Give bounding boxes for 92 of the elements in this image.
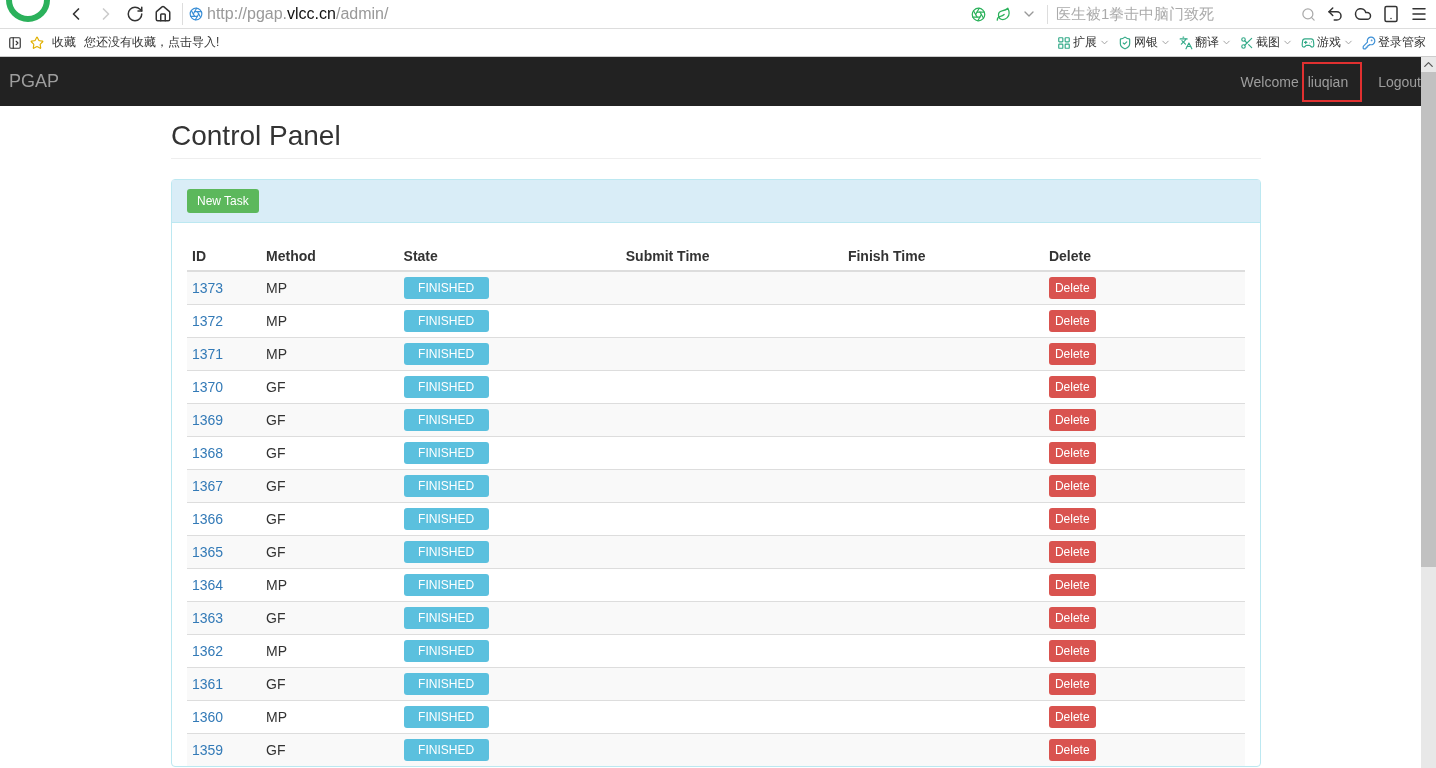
task-id-link[interactable]: 1362 bbox=[192, 643, 224, 659]
delete-button[interactable]: Delete bbox=[1048, 409, 1096, 431]
method-text: MP bbox=[266, 346, 288, 362]
state-label: FINISHED bbox=[403, 541, 489, 563]
delete-button[interactable]: Delete bbox=[1048, 442, 1096, 464]
new-task-button[interactable]: New Task bbox=[187, 189, 259, 213]
delete-button[interactable]: Delete bbox=[1048, 475, 1096, 497]
state-label: FINISHED bbox=[403, 607, 489, 629]
tool-icon bbox=[1301, 35, 1315, 50]
toolbar-item[interactable]: 扩展 bbox=[1073, 34, 1097, 51]
tool-icon bbox=[1057, 35, 1071, 50]
method-text: MP bbox=[266, 709, 288, 725]
task-id-link[interactable]: 1367 bbox=[192, 478, 224, 494]
delete-button[interactable]: Delete bbox=[1048, 277, 1096, 299]
tablet-icon[interactable] bbox=[1382, 5, 1400, 23]
state-label: FINISHED bbox=[403, 343, 489, 365]
task-id-link[interactable]: 1369 bbox=[192, 412, 224, 428]
task-id-link[interactable]: 1365 bbox=[192, 544, 224, 560]
task-id-link[interactable]: 1371 bbox=[192, 346, 224, 362]
welcome-text: Welcome bbox=[1240, 73, 1299, 90]
address-field[interactable]: http://pgap.vlcc.cn/admin/ bbox=[182, 3, 961, 25]
scrollbar[interactable] bbox=[1421, 57, 1436, 768]
import-hint[interactable]: 您还没有收藏，点击导入! bbox=[84, 34, 220, 51]
task-id-link[interactable]: 1364 bbox=[192, 577, 224, 593]
toolbar-item[interactable]: 登录管家 bbox=[1378, 34, 1426, 51]
delete-button[interactable]: Delete bbox=[1048, 376, 1096, 398]
task-id-link[interactable]: 1360 bbox=[192, 709, 224, 725]
favorites-menu[interactable]: 收藏 bbox=[52, 34, 76, 51]
toolbar-item[interactable]: 游戏 bbox=[1317, 34, 1341, 51]
state-label: FINISHED bbox=[403, 739, 489, 761]
delete-button[interactable]: Delete bbox=[1048, 541, 1096, 563]
state-label: FINISHED bbox=[403, 475, 489, 497]
page-title: Control Panel bbox=[171, 120, 1261, 159]
task-id-link[interactable]: 1366 bbox=[192, 511, 224, 527]
delete-button[interactable]: Delete bbox=[1048, 673, 1096, 695]
delete-button[interactable]: Delete bbox=[1048, 343, 1096, 365]
task-id-link[interactable]: 1368 bbox=[192, 445, 224, 461]
state-label: FINISHED bbox=[403, 640, 489, 662]
method-text: GF bbox=[266, 478, 286, 494]
user-link[interactable]: liuqian bbox=[1301, 61, 1363, 102]
state-label: FINISHED bbox=[403, 574, 489, 596]
method-text: GF bbox=[266, 379, 286, 395]
tool-icon bbox=[1118, 35, 1132, 50]
method-text: GF bbox=[266, 676, 286, 692]
menu-icon[interactable] bbox=[1410, 5, 1428, 23]
delete-button[interactable]: Delete bbox=[1048, 607, 1096, 629]
delete-button[interactable]: Delete bbox=[1048, 640, 1096, 662]
state-label: FINISHED bbox=[403, 409, 489, 431]
method-text: MP bbox=[266, 313, 288, 329]
method-text: GF bbox=[266, 511, 286, 527]
method-text: GF bbox=[266, 610, 286, 626]
tool-icon bbox=[1179, 35, 1193, 50]
task-id-link[interactable]: 1363 bbox=[192, 610, 224, 626]
method-text: GF bbox=[266, 544, 286, 560]
home-icon[interactable] bbox=[154, 5, 172, 23]
undo-icon[interactable] bbox=[1326, 5, 1344, 23]
brand[interactable]: PGAP bbox=[9, 71, 60, 92]
state-label: FINISHED bbox=[403, 508, 489, 530]
delete-button[interactable]: Delete bbox=[1048, 706, 1096, 728]
reload-icon[interactable] bbox=[126, 5, 144, 23]
state-label: FINISHED bbox=[403, 376, 489, 398]
search-field[interactable]: 医生被1拳击中脑门致死 bbox=[1047, 4, 1316, 24]
state-label: FINISHED bbox=[403, 442, 489, 464]
task-id-link[interactable]: 1373 bbox=[192, 280, 224, 296]
method-text: MP bbox=[266, 280, 288, 296]
task-id-link[interactable]: 1359 bbox=[192, 742, 224, 758]
key-icon bbox=[1362, 35, 1376, 50]
delete-button[interactable]: Delete bbox=[1048, 574, 1096, 596]
toolbar-item[interactable]: 截图 bbox=[1256, 34, 1280, 51]
task-id-link[interactable]: 1372 bbox=[192, 313, 224, 329]
logout-link[interactable]: Logout bbox=[1378, 73, 1421, 90]
sidebar-toggle-icon[interactable] bbox=[8, 35, 22, 50]
state-label: FINISHED bbox=[403, 277, 489, 299]
method-text: MP bbox=[266, 643, 288, 659]
tool-icon bbox=[1240, 35, 1254, 50]
method-text: GF bbox=[266, 412, 286, 428]
state-label: FINISHED bbox=[403, 310, 489, 332]
method-text: GF bbox=[266, 742, 286, 758]
state-label: FINISHED bbox=[403, 706, 489, 728]
delete-button[interactable]: Delete bbox=[1048, 508, 1096, 530]
leaf-icon[interactable] bbox=[996, 6, 1011, 22]
method-text: MP bbox=[266, 577, 288, 593]
delete-button[interactable]: Delete bbox=[1048, 310, 1096, 332]
star-icon bbox=[30, 35, 44, 50]
delete-button[interactable]: Delete bbox=[1048, 739, 1096, 761]
method-text: GF bbox=[266, 445, 286, 461]
task-id-link[interactable]: 1370 bbox=[192, 379, 224, 395]
toolbar-item[interactable]: 网银 bbox=[1134, 34, 1158, 51]
cloud-icon[interactable] bbox=[1354, 5, 1372, 23]
toolbar-item[interactable]: 翻译 bbox=[1195, 34, 1219, 51]
task-id-link[interactable]: 1361 bbox=[192, 676, 224, 692]
state-label: FINISHED bbox=[403, 673, 489, 695]
